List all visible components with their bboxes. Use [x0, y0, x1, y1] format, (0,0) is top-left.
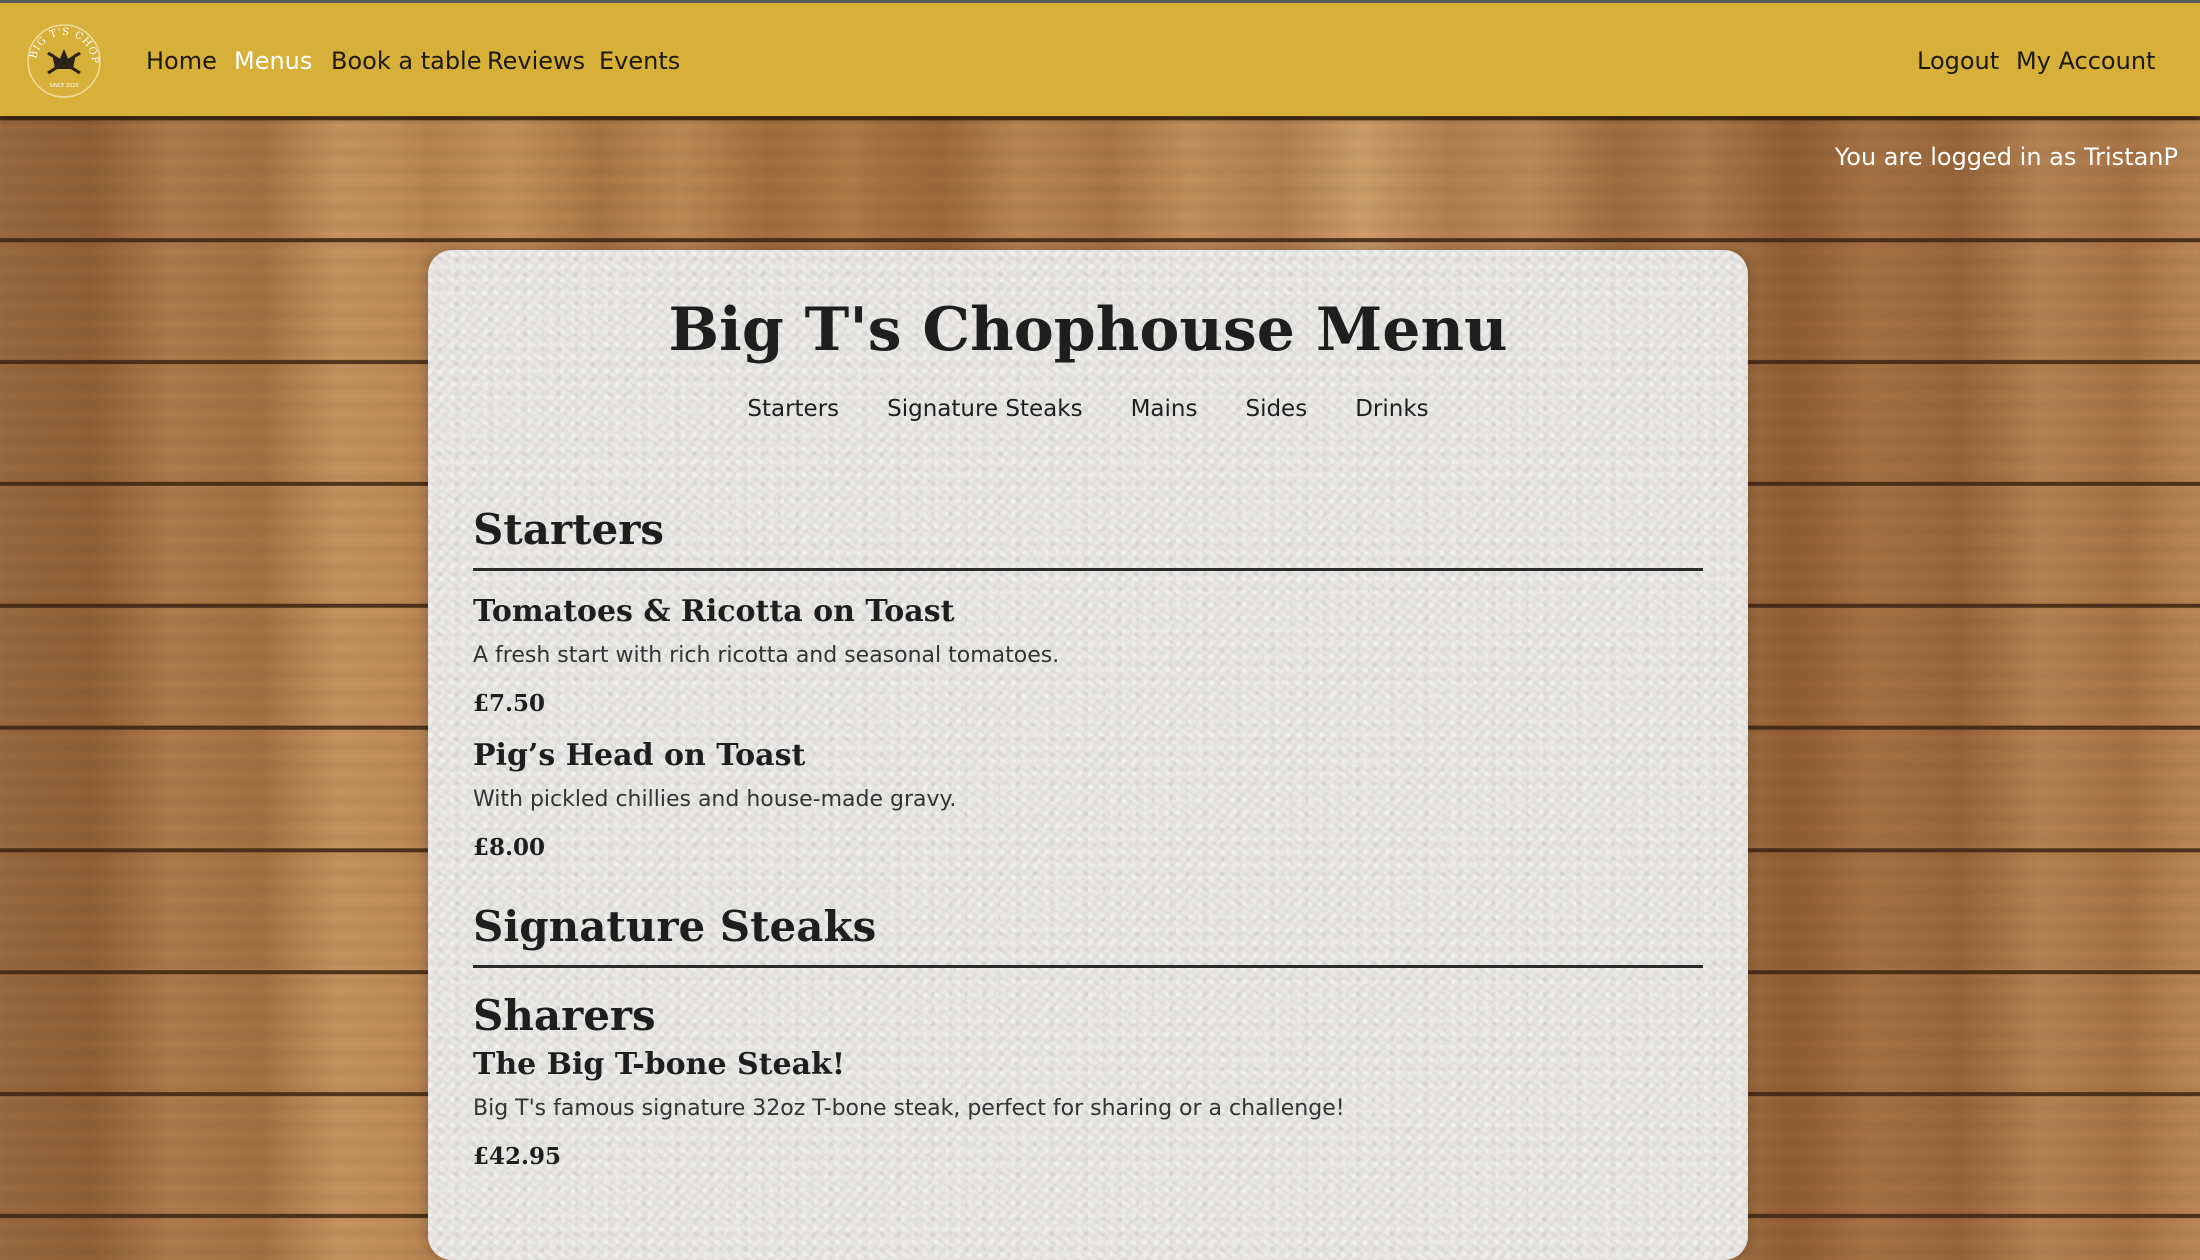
login-status: You are logged in as TristanP	[1834, 143, 2178, 171]
item-description: With pickled chillies and house-made gra…	[473, 787, 957, 812]
item-description: Big T's famous signature 32oz T-bone ste…	[473, 1096, 1345, 1121]
nav-book-a-table[interactable]: Book a table	[331, 47, 481, 75]
section-link-signature-steaks[interactable]: Signature Steaks	[887, 396, 1082, 422]
item-name: Pig’s Head on Toast	[473, 738, 806, 773]
nav-events[interactable]: Events	[599, 47, 680, 75]
chophouse-logo-icon[interactable]: BIG T'S CHOPHOUSE SINCE 2020	[26, 23, 102, 99]
nav-reviews[interactable]: Reviews	[487, 47, 585, 75]
item-name: Tomatoes & Ricotta on Toast	[473, 594, 955, 629]
section-starters: Starters Tomatoes & Ricotta on Toast A f…	[473, 504, 1703, 863]
menu-item: Pig’s Head on Toast With pickled chillie…	[473, 737, 1703, 863]
subsection-heading: Sharers	[473, 991, 656, 1040]
item-name: The Big T-bone Steak!	[473, 1047, 845, 1082]
menu-item: Tomatoes & Ricotta on Toast A fresh star…	[473, 593, 1703, 719]
menu-item: The Big T-bone Steak! Big T's famous sig…	[473, 1046, 1703, 1172]
menu-card: Big T's Chophouse Menu Starters Signatur…	[428, 250, 1748, 1260]
item-description: A fresh start with rich ricotta and seas…	[473, 643, 1060, 668]
section-signature-steaks: Signature Steaks Sharers The Big T-bone …	[473, 901, 1703, 1172]
menu-section-nav: Starters Signature Steaks Mains Sides Dr…	[473, 396, 1703, 422]
section-link-sides[interactable]: Sides	[1245, 396, 1307, 422]
item-price: £8.00	[473, 834, 546, 861]
section-heading: Starters	[473, 504, 1703, 571]
section-link-drinks[interactable]: Drinks	[1355, 396, 1428, 422]
top-navbar: BIG T'S CHOPHOUSE SINCE 2020 Home Menus …	[0, 0, 2200, 116]
logo-subtext: SINCE 2020	[49, 83, 78, 89]
my-account-link[interactable]: My Account	[2016, 47, 2155, 75]
nav-home[interactable]: Home	[146, 47, 217, 75]
section-heading: Signature Steaks	[473, 901, 1703, 968]
item-price: £42.95	[473, 1143, 562, 1170]
section-link-starters[interactable]: Starters	[747, 396, 839, 422]
section-link-mains[interactable]: Mains	[1131, 396, 1198, 422]
nav-menus[interactable]: Menus	[234, 47, 312, 75]
logout-link[interactable]: Logout	[1917, 47, 1999, 75]
page-title: Big T's Chophouse Menu	[668, 295, 1508, 365]
item-price: £7.50	[473, 690, 546, 717]
